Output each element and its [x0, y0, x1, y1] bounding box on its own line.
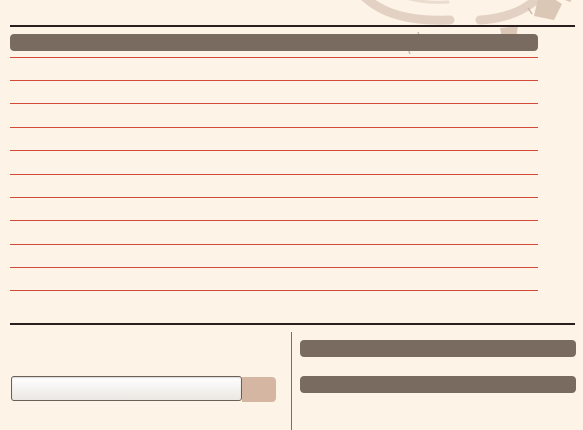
ruled-line	[10, 150, 538, 151]
panel-bar-2[interactable]	[300, 376, 576, 393]
panel-bar-1-label	[300, 344, 308, 356]
header-bar-label	[10, 38, 18, 50]
text-input[interactable]	[12, 377, 241, 400]
panel-divider	[291, 332, 292, 430]
ruled-line	[10, 220, 538, 221]
ruled-line	[10, 244, 538, 245]
text-input-box	[11, 376, 242, 401]
ruled-line	[10, 80, 538, 81]
ruled-line	[10, 197, 538, 198]
panel-bar-2-label	[300, 380, 308, 392]
panel-bar-1[interactable]	[300, 340, 576, 357]
ruled-line	[10, 127, 538, 128]
ruled-line	[10, 174, 538, 175]
section-divider	[10, 323, 575, 325]
header-bar	[10, 34, 538, 51]
submit-button[interactable]	[242, 377, 276, 402]
coffee-stain-icon	[361, 0, 572, 55]
ruled-line	[10, 103, 538, 104]
ruled-line	[10, 57, 538, 58]
ruled-line	[10, 290, 538, 291]
top-divider	[10, 25, 575, 27]
ruled-line	[10, 267, 538, 268]
